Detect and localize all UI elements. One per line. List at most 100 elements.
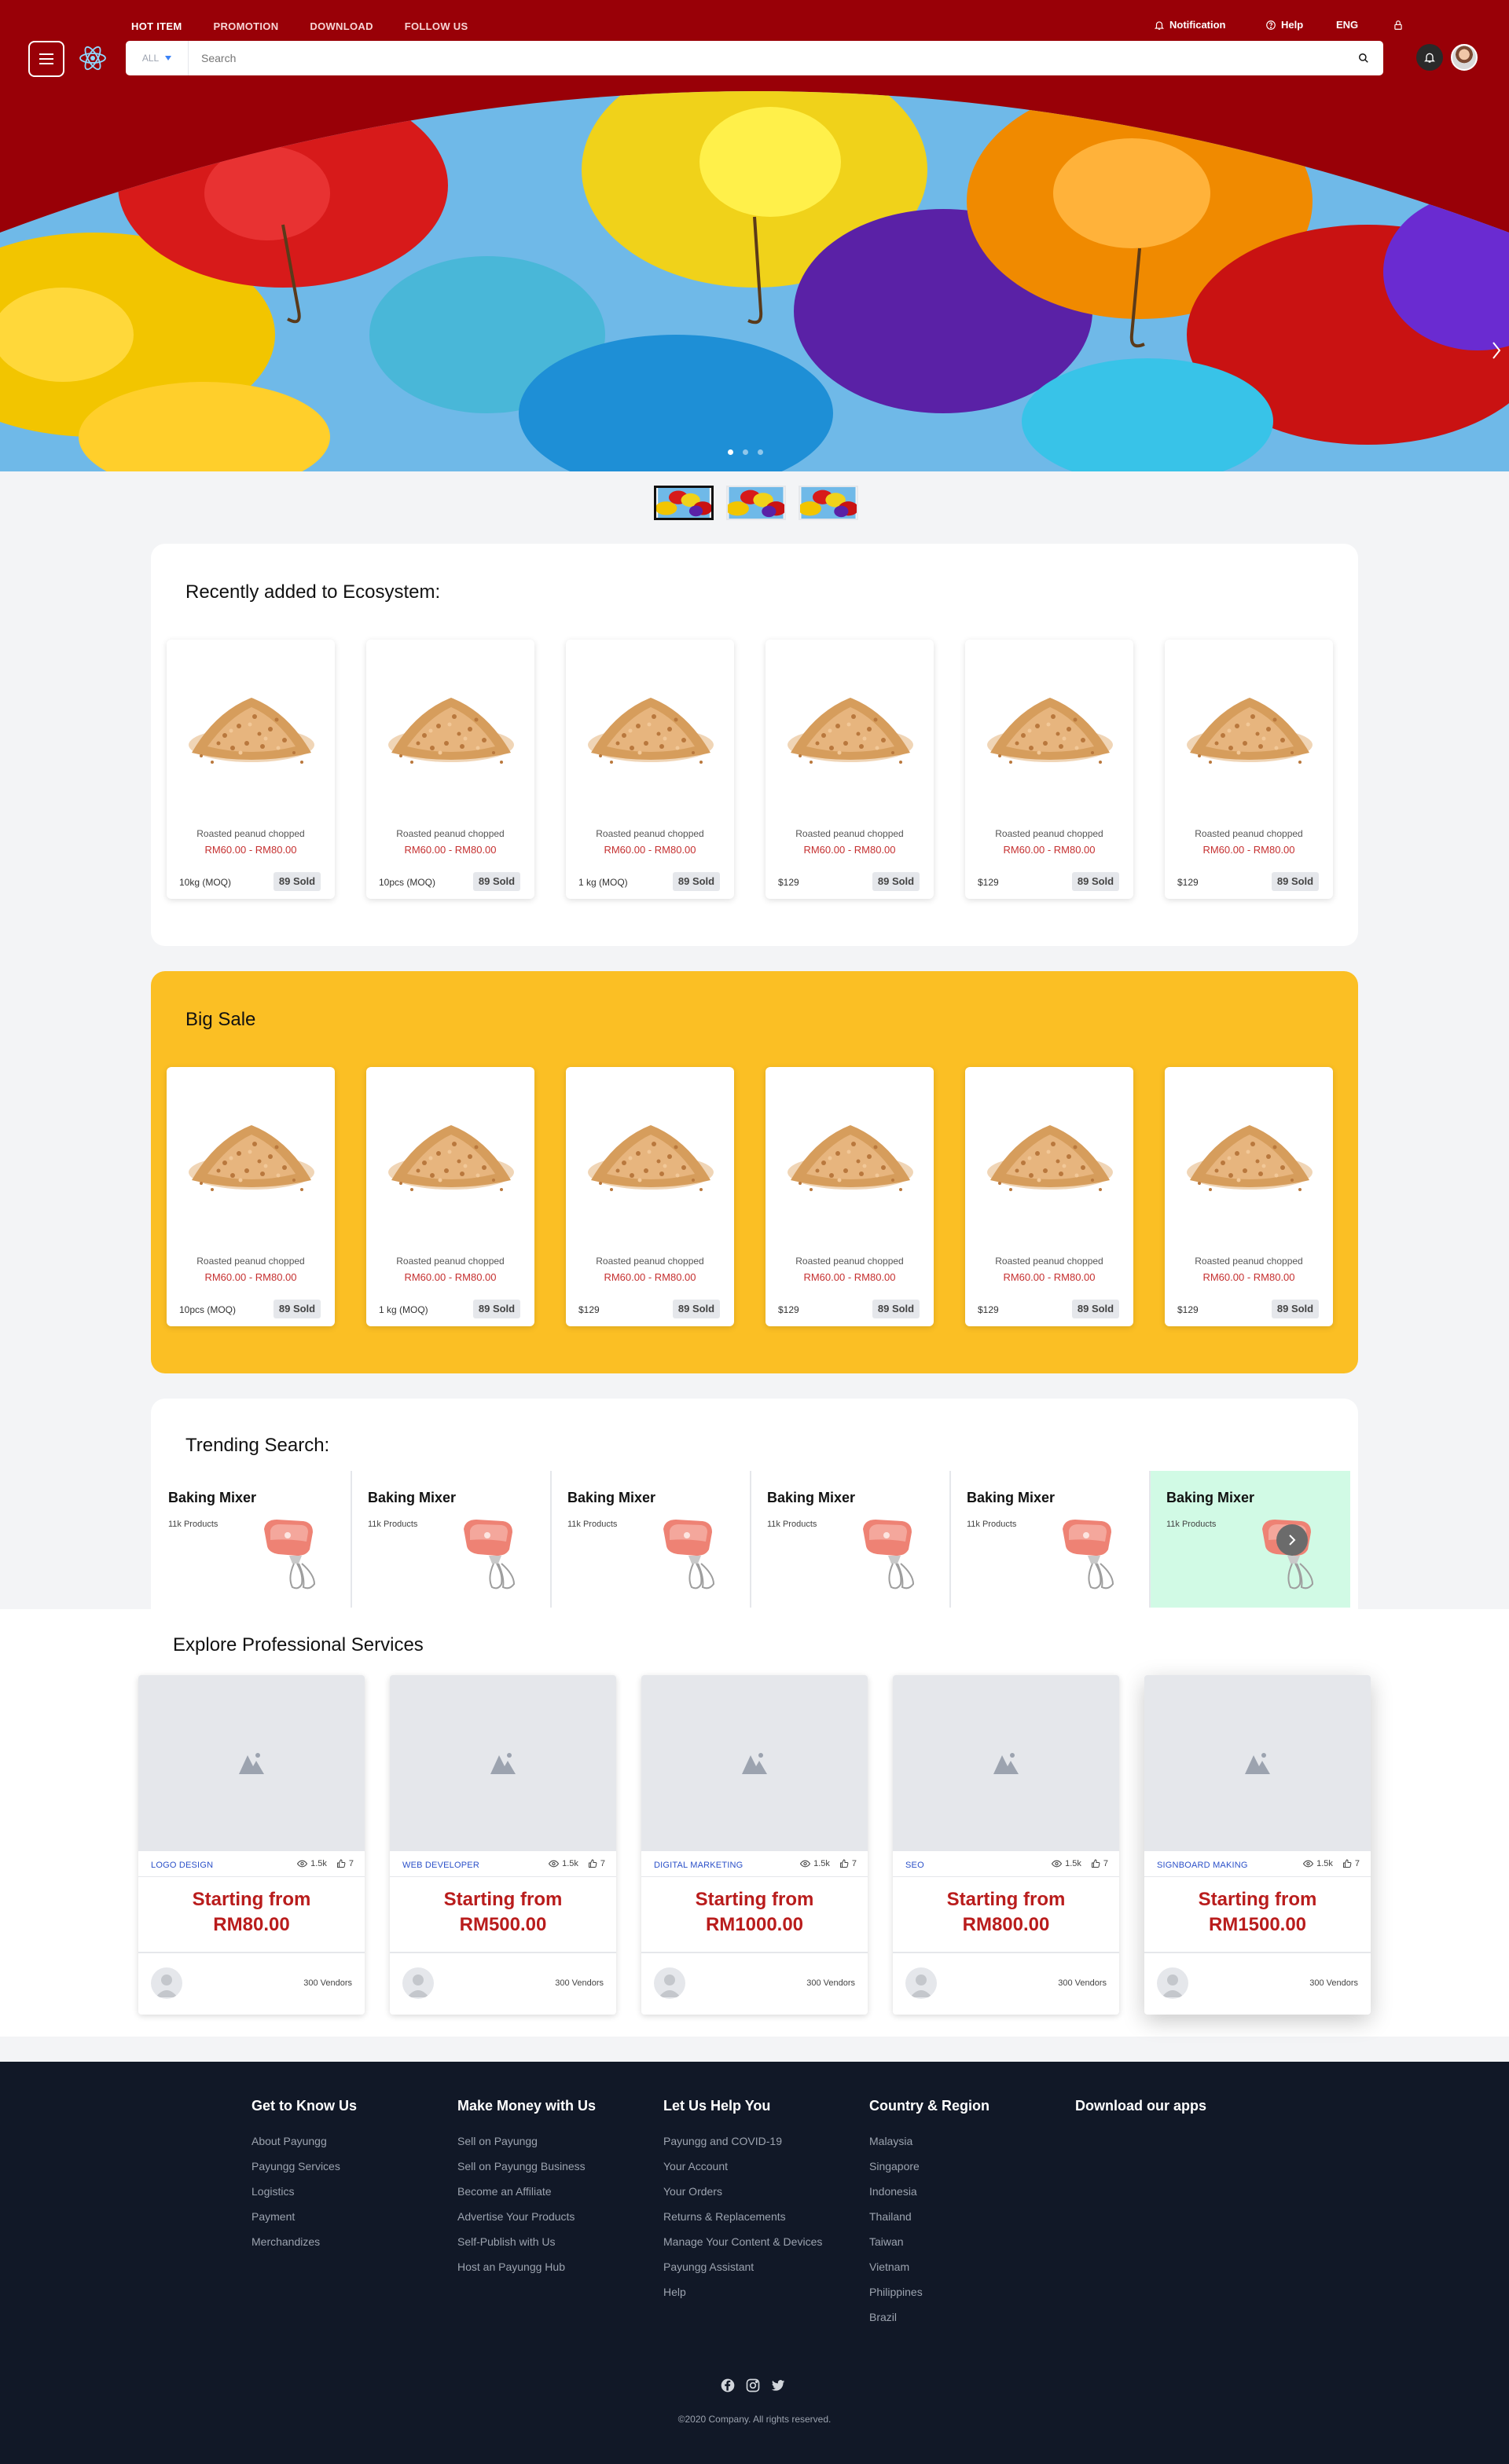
lock-icon[interactable]	[1393, 19, 1404, 31]
footer-link[interactable]: Sell on Payungg	[457, 2128, 596, 2154]
search-category-select[interactable]: ALL	[126, 41, 189, 75]
footer-link[interactable]: Merchandizes	[252, 2229, 357, 2254]
footer-link[interactable]: Payment	[252, 2204, 357, 2229]
footer-link[interactable]: Taiwan	[869, 2229, 989, 2254]
trending-item[interactable]: Baking Mixer 11k Products	[352, 1471, 552, 1608]
footer-link[interactable]: Sell on Payungg Business	[457, 2154, 596, 2179]
footer-link[interactable]: Manage Your Content & Devices	[663, 2229, 822, 2254]
banner-thumbnail[interactable]	[726, 486, 786, 520]
service-category[interactable]: SEO	[905, 1861, 924, 1870]
eye-icon	[1052, 1860, 1063, 1868]
service-card[interactable]: SIGNBOARD MAKING 1.5k 7 Starting from RM1500…	[1144, 1675, 1371, 2015]
facebook-icon[interactable]	[720, 2378, 736, 2393]
product-card[interactable]: Roasted peanud chopped RM60.00 - RM80.00 1…	[366, 640, 534, 899]
footer-link[interactable]: Returns & Replacements	[663, 2204, 822, 2229]
footer-link[interactable]: Philippines	[869, 2279, 989, 2304]
footer-link[interactable]: Thailand	[869, 2204, 989, 2229]
search-category-label: ALL	[141, 53, 160, 64]
service-card[interactable]: WEB DEVELOPER 1.5k 7 Starting from RM500.00 3…	[390, 1675, 616, 2015]
service-card[interactable]: LOGO DESIGN 1.5k 7 Starting from RM80.00 300 …	[138, 1675, 365, 2015]
banner-thumbnail[interactable]	[654, 486, 714, 520]
trending-item[interactable]: Baking Mixer 11k Products	[751, 1471, 951, 1608]
footer-link[interactable]: Vietnam	[869, 2254, 989, 2279]
product-image	[982, 680, 1118, 775]
product-card[interactable]: Roasted peanud chopped RM60.00 - RM80.00 1…	[167, 1067, 335, 1326]
footer-link[interactable]: Singapore	[869, 2154, 989, 2179]
service-category[interactable]: SIGNBOARD MAKING	[1157, 1861, 1248, 1870]
vendor-count: 300 Vendors	[555, 1978, 604, 1988]
eye-icon	[549, 1860, 560, 1868]
twitter-icon[interactable]	[770, 2378, 786, 2393]
product-card[interactable]: Roasted peanud chopped RM60.00 - RM80.00 $…	[566, 1067, 734, 1326]
footer-link[interactable]: About Payungg	[252, 2128, 357, 2154]
trending-next-button[interactable]	[1276, 1524, 1308, 1556]
footer-link[interactable]: Your Orders	[663, 2179, 822, 2204]
service-category[interactable]: LOGO DESIGN	[151, 1861, 213, 1870]
menu-button[interactable]	[28, 41, 64, 77]
footer-link[interactable]: Become an Affiliate	[457, 2179, 596, 2204]
footer-link[interactable]: Malaysia	[869, 2128, 989, 2154]
product-card[interactable]: Roasted peanud chopped RM60.00 - RM80.00 1…	[167, 640, 335, 899]
service-category[interactable]: WEB DEVELOPER	[402, 1861, 479, 1870]
help-link[interactable]: Help	[1265, 19, 1303, 31]
carousel-dot[interactable]	[743, 449, 748, 455]
footer-link[interactable]: Indonesia	[869, 2179, 989, 2204]
footer-link[interactable]: Your Account	[663, 2154, 822, 2179]
sold-badge: 89 Sold	[673, 1300, 720, 1318]
product-card[interactable]: Roasted peanud chopped RM60.00 - RM80.00 1…	[366, 1067, 534, 1326]
notification-bell-button[interactable]	[1416, 44, 1443, 71]
service-card[interactable]: DIGITAL MARKETING 1.5k 7 Starting from RM100…	[641, 1675, 868, 2015]
footer-link[interactable]: Brazil	[869, 2304, 989, 2330]
nav-promotion[interactable]: PROMOTION	[214, 20, 279, 32]
help-icon	[1266, 20, 1276, 30]
banner-thumbnail[interactable]	[799, 486, 858, 520]
footer-link[interactable]: Payungg and COVID-19	[663, 2128, 822, 2154]
react-logo-icon[interactable]	[75, 41, 110, 75]
service-likes: 7	[1354, 1859, 1360, 1868]
trending-item[interactable]: Baking Mixer 11k Products	[552, 1471, 751, 1608]
product-card[interactable]: Roasted peanud chopped RM60.00 - RM80.00 $…	[766, 1067, 934, 1326]
search-input[interactable]	[189, 42, 1344, 74]
service-image-placeholder	[390, 1675, 616, 1851]
service-card[interactable]: SEO 1.5k 7 Starting from RM800.00 300 Vendors	[893, 1675, 1119, 2015]
footer-link[interactable]: Self-Publish with Us	[457, 2229, 596, 2254]
footer-column: Let Us Help You Payungg and COVID-19 Your …	[663, 2098, 822, 2304]
trending-item-count: 11k Products	[967, 1520, 1017, 1529]
footer-link[interactable]: Host an Payungg Hub	[457, 2254, 596, 2279]
search-button[interactable]	[1344, 41, 1383, 75]
product-moq: 1 kg (MOQ)	[578, 877, 628, 888]
language-selector[interactable]: ENG	[1336, 19, 1358, 31]
service-likes: 7	[1103, 1859, 1108, 1868]
footer-link[interactable]: Payungg Assistant	[663, 2254, 822, 2279]
product-card[interactable]: Roasted peanud chopped RM60.00 - RM80.00 1…	[566, 640, 734, 899]
product-card[interactable]: Roasted peanud chopped RM60.00 - RM80.00 $…	[965, 1067, 1133, 1326]
hero-banner-image[interactable]	[0, 75, 1509, 471]
service-price: RM500.00	[459, 1914, 547, 1935]
carousel-dot[interactable]	[728, 449, 733, 455]
product-image	[1182, 680, 1317, 775]
footer-link[interactable]: Logistics	[252, 2179, 357, 2204]
carousel-dot[interactable]	[758, 449, 763, 455]
notification-link[interactable]: Notification	[1154, 19, 1226, 31]
service-price-label: Starting from	[946, 1889, 1066, 1910]
nav-hot-item[interactable]: HOT ITEM	[131, 20, 182, 32]
mixer-image	[857, 1515, 927, 1590]
trending-item[interactable]: Baking Mixer 11k Products	[951, 1471, 1151, 1608]
service-stats: 1.5k 7	[800, 1859, 857, 1868]
vendor-avatar	[151, 1967, 182, 1999]
product-name: Roasted peanud chopped	[196, 828, 305, 839]
footer-link[interactable]: Help	[663, 2279, 822, 2304]
service-category[interactable]: DIGITAL MARKETING	[654, 1861, 743, 1870]
product-card[interactable]: Roasted peanud chopped RM60.00 - RM80.00 $…	[1165, 640, 1333, 899]
nav-follow-us[interactable]: FOLLOW US	[405, 20, 468, 32]
product-card[interactable]: Roasted peanud chopped RM60.00 - RM80.00 $…	[766, 640, 934, 899]
trending-item[interactable]: Baking Mixer 11k Products	[1151, 1471, 1350, 1608]
product-card[interactable]: Roasted peanud chopped RM60.00 - RM80.00 $…	[965, 640, 1133, 899]
user-avatar[interactable]	[1451, 44, 1478, 71]
instagram-icon[interactable]	[745, 2378, 761, 2393]
nav-download[interactable]: DOWNLOAD	[310, 20, 373, 32]
product-card[interactable]: Roasted peanud chopped RM60.00 - RM80.00 $…	[1165, 1067, 1333, 1326]
footer-link[interactable]: Payungg Services	[252, 2154, 357, 2179]
footer-link[interactable]: Advertise Your Products	[457, 2204, 596, 2229]
trending-item[interactable]: Baking Mixer 11k Products	[152, 1471, 352, 1608]
